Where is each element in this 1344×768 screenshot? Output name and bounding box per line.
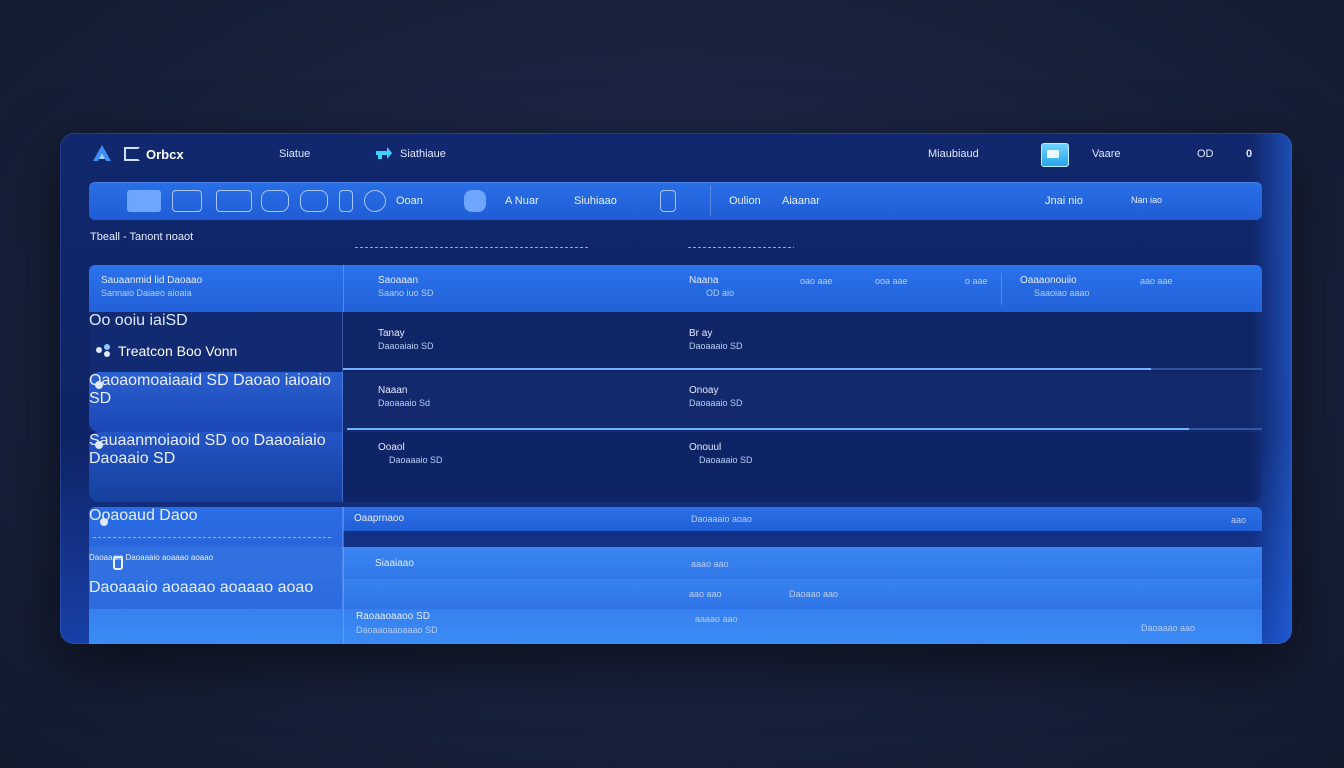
detail-side-text: Daoaaaio Daoaaaio aoaaao aoaao (89, 553, 214, 562)
circle-button-icon[interactable] (261, 190, 289, 212)
row-side-tag: Oo ooiu iaiSD (89, 312, 188, 329)
row-col2-sub: Daoaaaio SD (689, 398, 743, 408)
header-col6-sub: Saaoiao aaao (1034, 288, 1090, 298)
user-label[interactable]: Vaare (1092, 148, 1121, 160)
header-col2-sub: OD aio (706, 288, 735, 298)
toolbar-item-1[interactable]: Ooan (396, 195, 423, 207)
row-col1-sub: Daoaaaio Sd (378, 398, 431, 408)
table-header-row[interactable]: Sauaanmid lid Daoaao Sannaio Daiaeo aioa… (89, 265, 1262, 312)
lock-icon[interactable] (113, 556, 123, 570)
chat-icon[interactable] (127, 190, 161, 212)
detail-side-right: aoao (277, 579, 314, 596)
header-side-title: Sauaanmid lid Daoaao (101, 275, 203, 286)
row-col2-title: Onouul (689, 442, 722, 453)
row-side-title: Sauaanmoiaoid SD oo (89, 432, 250, 449)
detail-col1: aao aao (689, 589, 722, 599)
group-col-right: aao (1231, 515, 1247, 525)
app-window: Orbcx Siatue Siathiaue Miaubiaud Vaare O… (60, 133, 1292, 644)
link-icon (96, 344, 110, 357)
detail-col1: Siaaiaao (375, 558, 414, 569)
row-side-cell[interactable]: Oo ooiu iaiSD Treatcon Boo Vonn (89, 312, 343, 372)
toolbar-divider (710, 186, 711, 216)
top-bar: Orbcx Siatue Siathiaue Miaubiaud Vaare O… (60, 133, 1292, 175)
header-col7[interactable]: aao aae (1140, 276, 1173, 286)
row-side-title: Treatcon Boo Vonn (118, 343, 238, 359)
record-icon[interactable] (300, 190, 328, 212)
status-dot-icon (100, 518, 108, 526)
divider-line (355, 247, 589, 248)
header-col6-title[interactable]: Oaaaonouiio (1020, 275, 1077, 286)
group-col1: Oaaprnaoo (354, 513, 405, 524)
toolbar: Ooan A Nuar Siuhiaao Oulion Aiaanar Jnai… (89, 182, 1262, 220)
row-progress-bar (347, 428, 1262, 430)
window-icon (124, 147, 140, 161)
toolbar-item-4[interactable]: Oulion (729, 195, 761, 207)
header-side-sub: Sannaio Daiaeo aioaia (101, 288, 192, 298)
toolbar-item-7[interactable]: Nan iao (1131, 195, 1162, 205)
cloud-icon[interactable] (464, 190, 486, 212)
detail-col1-sub: Daoaaoaaoaaao SD (356, 625, 438, 635)
column-divider (343, 265, 344, 312)
nav-item-2[interactable]: Siathiaue (400, 148, 446, 160)
row-col1-sub: Daaoaiaio SD (378, 341, 434, 351)
column-divider (343, 507, 344, 644)
detail-col2: aaaao aao (695, 614, 738, 624)
row-side-cell[interactable]: Oaoaomoaiaaid SD Daoao iaioaio SD (89, 372, 343, 432)
divider-line (93, 537, 331, 538)
header-col4[interactable]: ooa aae (875, 276, 908, 286)
progress-fill (347, 428, 1189, 430)
app-brand: Orbcx (146, 147, 184, 162)
header-col5[interactable]: o aae (965, 276, 988, 286)
section-title: Tbeall - Tanont noaot (90, 231, 194, 243)
grid-icon[interactable] (172, 190, 202, 212)
detail-col2: aaao aao (691, 559, 729, 569)
detail-side-text: Daoaaaio aoaaao aoaaao (89, 579, 274, 596)
row-progress-bar (339, 368, 1262, 370)
row-col1-title: Tanay (378, 328, 405, 339)
toolbar-item-3[interactable]: Siuhiaao (574, 195, 617, 207)
detail-row[interactable]: Raoaaoaaoo SD Daoaaoaaoaaao SD aaaao aao… (89, 609, 1262, 644)
row-col2-title: Br ay (689, 328, 713, 339)
status-label[interactable]: OD (1197, 148, 1214, 160)
header-col1-sub: Saano iuo SD (378, 288, 434, 298)
row-col1-title: Naaan (378, 385, 408, 396)
group-side-right: Daoo (159, 507, 198, 524)
detail-col1: Raoaaoaaoo SD (356, 611, 430, 622)
status-dot-icon (95, 381, 103, 389)
row-side-title: Oaoaomoaiaaid SD (89, 372, 229, 389)
toolbar-item-5[interactable]: Aiaanar (782, 195, 820, 207)
group-col2: Daoaaaio aoao (691, 514, 753, 524)
topbar-right-label[interactable]: Miaubiaud (928, 148, 979, 160)
layers-icon[interactable] (660, 190, 676, 212)
row-col2-sub: Daoaaaio SD (699, 455, 753, 465)
folder-icon[interactable] (1041, 143, 1069, 167)
detail-col2: Daoaao aao (789, 589, 839, 599)
target-icon[interactable] (364, 190, 386, 212)
status-dot-icon (95, 441, 103, 449)
toolbar-item-6[interactable]: Jnai nio (1045, 195, 1083, 207)
edit-icon[interactable] (339, 190, 353, 212)
column-divider (1001, 273, 1002, 305)
detail-side-cell[interactable]: Daoaaaio Daoaaaio aoaaao aoaao (89, 547, 343, 579)
notification-count[interactable]: 0 (1246, 148, 1252, 160)
nav-item-1[interactable]: Siatue (279, 148, 310, 160)
header-col1-title[interactable]: Saoaaan (378, 275, 418, 286)
progress-fill (339, 368, 1152, 370)
header-col3[interactable]: oao aae (800, 276, 833, 286)
row-col1-title: Ooaol (378, 442, 405, 453)
header-col2-title[interactable]: Naana (689, 275, 718, 286)
row-col2-title: Onoay (689, 385, 719, 396)
arrow-right-icon[interactable] (375, 146, 393, 160)
app-logo-icon (93, 145, 111, 161)
divider-line (688, 247, 794, 248)
group-side-cell[interactable]: Ooaoaud Daoo (89, 507, 343, 547)
row-side-cell[interactable]: Sauaanmoiaoid SD oo Daaoaiaio Daoaaio SD (89, 432, 343, 502)
group-side-title: Ooaoaud (89, 507, 155, 524)
toolbar-item-2[interactable]: A Nuar (505, 195, 539, 207)
data-table: Sauaanmid lid Daoaao Sannaio Daiaeo aioa… (89, 265, 1262, 644)
row-col2-sub: Daoaaaio SD (689, 341, 743, 351)
detail-col-right: Daoaaao aao (1141, 623, 1196, 633)
keyboard-icon[interactable] (216, 190, 252, 212)
row-col1-sub: Daoaaaio SD (389, 455, 443, 465)
